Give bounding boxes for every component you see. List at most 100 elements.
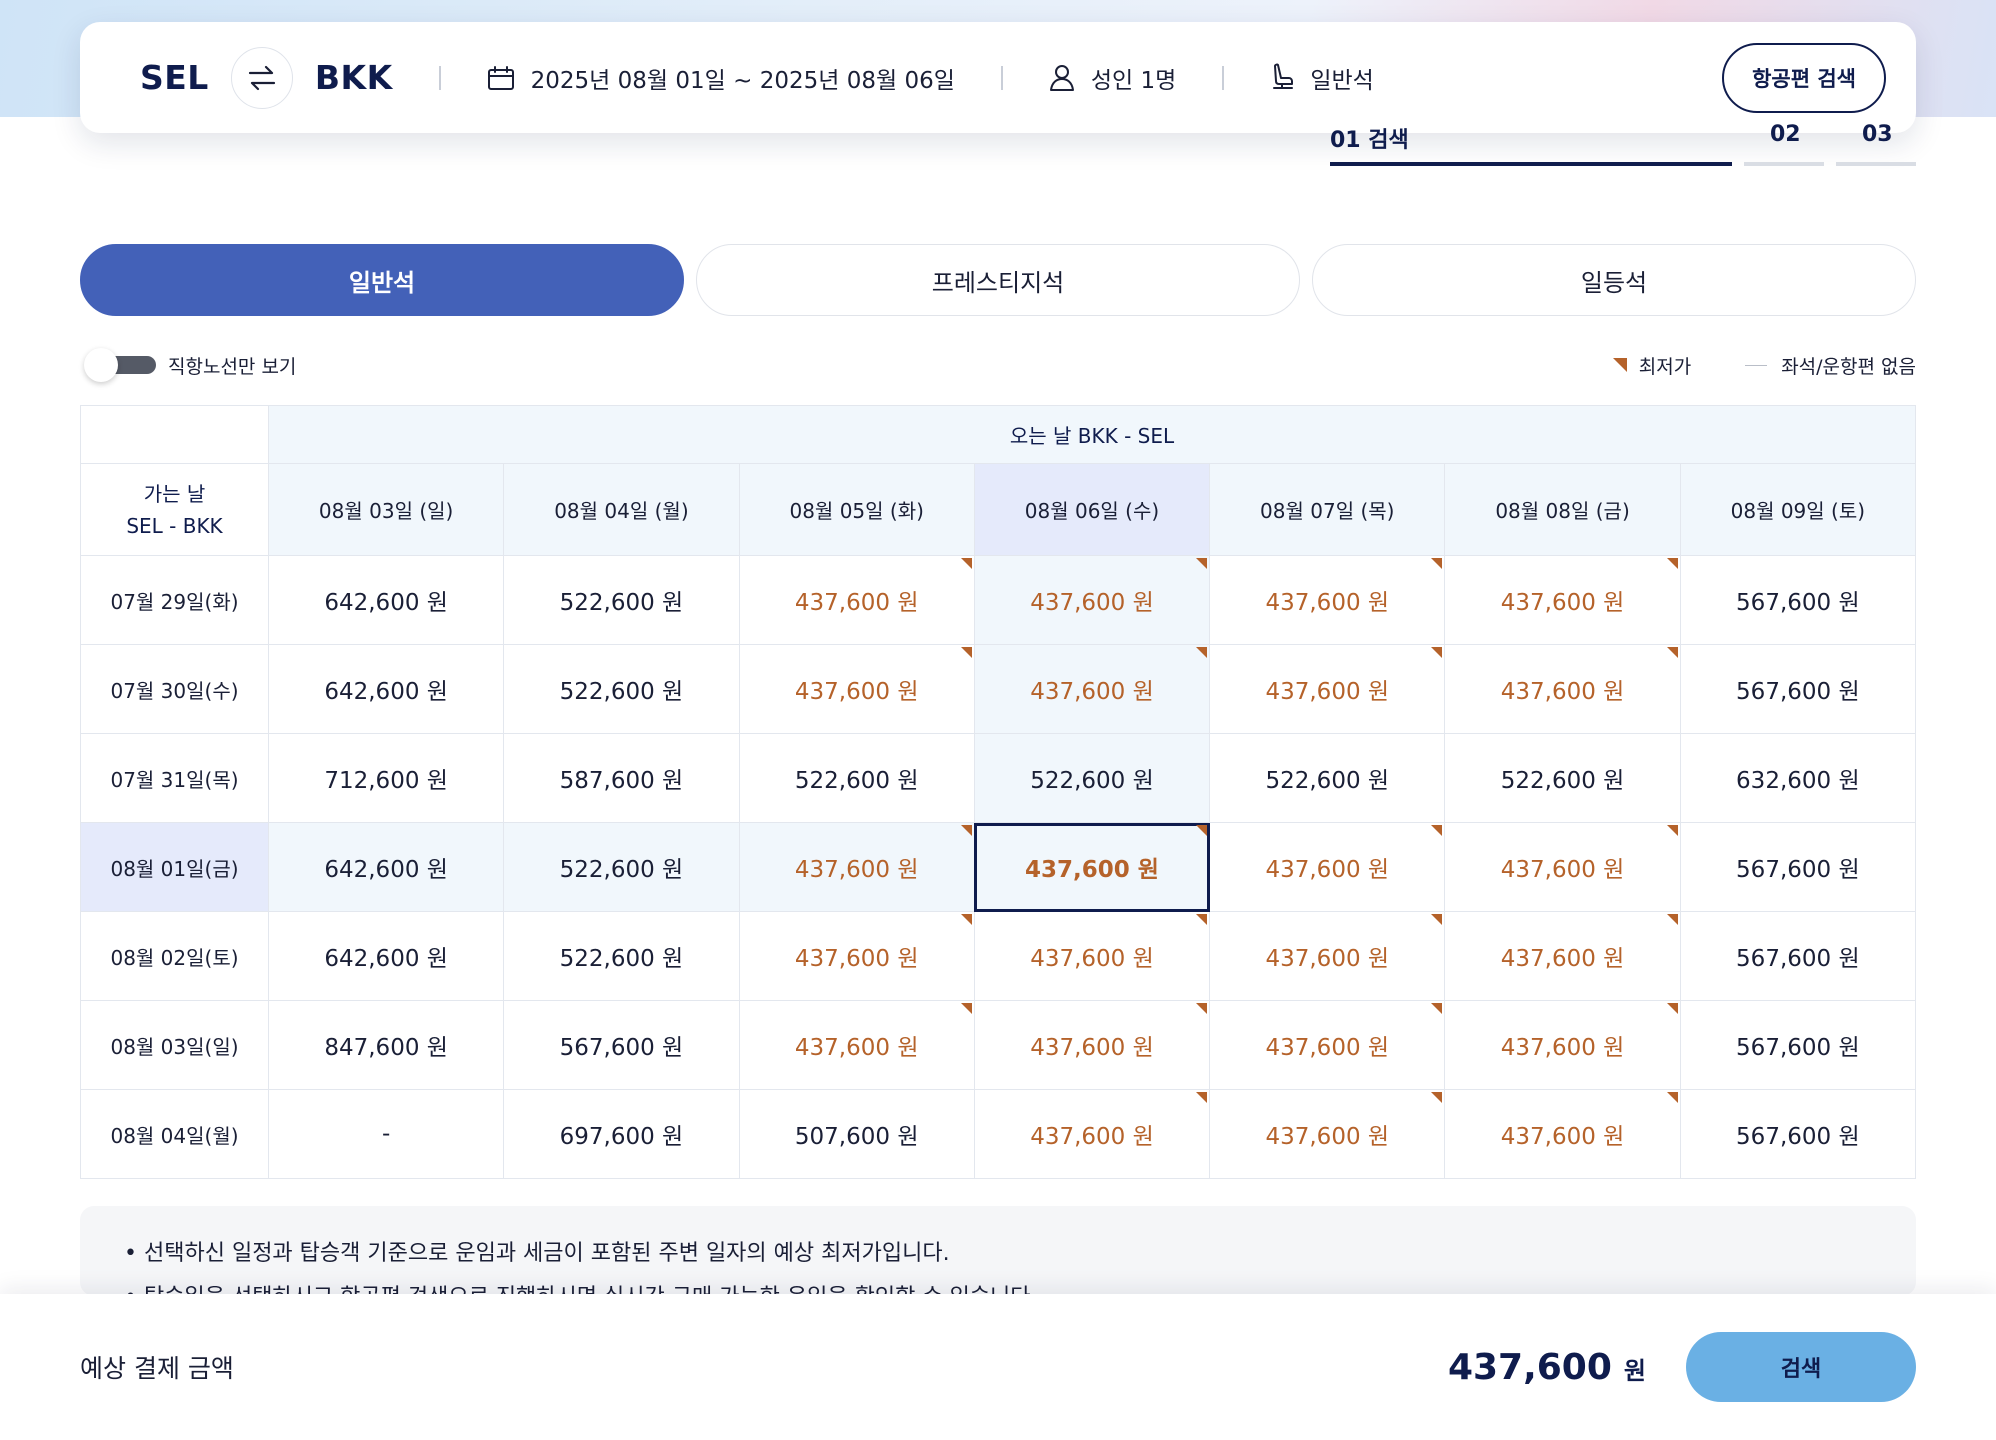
tab-first[interactable]: 일등석: [1312, 244, 1916, 316]
direct-only-toggle[interactable]: [80, 348, 156, 382]
fare-price: 697,600 원: [559, 1124, 684, 1150]
fare-cell[interactable]: 437,600 원: [1444, 822, 1681, 912]
fare-cell[interactable]: 712,600 원: [267, 733, 505, 823]
tab-prestige[interactable]: 프레스티지석: [696, 244, 1300, 316]
table-row: 07월 31일(목) 712,600 원 587,600 원 522,600 원 522…: [80, 733, 1917, 823]
destination-airport[interactable]: BKK: [315, 58, 393, 97]
fare-cell[interactable]: 437,600 원: [973, 822, 1211, 912]
fare-cell[interactable]: 522,600 원: [973, 733, 1211, 823]
swap-icon: [248, 65, 275, 90]
fare-cell[interactable]: 437,600 원: [738, 644, 975, 734]
fare-price: 437,600 원: [1030, 946, 1154, 972]
fare-price: 437,600 원: [1500, 1124, 1625, 1150]
fare-cell[interactable]: 567,600 원: [503, 1000, 740, 1090]
fare-price: 522,600 원: [559, 679, 684, 705]
fare-cell[interactable]: 632,600 원: [1679, 733, 1917, 823]
depart-date: 07월 29일(화): [80, 555, 269, 645]
fare-cell[interactable]: 437,600 원: [973, 1000, 1211, 1090]
cabin-field[interactable]: 일반석: [1270, 61, 1374, 95]
fare-cell[interactable]: 437,600 원: [1209, 1000, 1446, 1090]
fare-price: 437,600 원: [1265, 857, 1390, 883]
fare-cell[interactable]: 437,600 원: [1209, 644, 1446, 734]
fare-cell[interactable]: 522,600 원: [1444, 733, 1681, 823]
lowest-price-marker-icon: [1196, 914, 1208, 925]
search-flights-button[interactable]: 항공편 검색: [1722, 42, 1886, 113]
travel-dates-field[interactable]: 2025년 08월 01일 ~ 2025년 08월 06일: [487, 61, 955, 95]
fare-price: 522,600 원: [559, 946, 684, 972]
fare-cell[interactable]: 642,600 원: [267, 555, 505, 645]
fare-cell[interactable]: 522,600 원: [503, 911, 740, 1001]
fare-price: 437,600 원: [1265, 946, 1390, 972]
fare-cell[interactable]: 437,600 원: [1209, 911, 1446, 1001]
fare-cell[interactable]: 437,600 원: [973, 911, 1211, 1001]
step-3-bar: [1836, 162, 1916, 166]
fare-cell[interactable]: 437,600 원: [1444, 911, 1681, 1001]
return-date-header: 08월 03일 (일): [267, 463, 505, 556]
swap-route-button[interactable]: [230, 46, 293, 109]
toggle-knob: [84, 348, 118, 382]
origin-airport[interactable]: SEL: [140, 58, 209, 97]
fare-cell[interactable]: 437,600 원: [738, 822, 975, 912]
fare-price: 437,600 원: [1025, 857, 1159, 883]
depart-date: 08월 01일(금): [80, 822, 269, 912]
total-amount: 437,600: [1447, 1346, 1612, 1388]
fare-cell[interactable]: 697,600 원: [503, 1089, 740, 1179]
search-button[interactable]: 검색: [1686, 1332, 1916, 1402]
fare-cell[interactable]: 437,600 원: [1444, 644, 1681, 734]
fare-cell[interactable]: 522,600 원: [503, 555, 740, 645]
fare-cell[interactable]: 567,600 원: [1679, 1089, 1917, 1179]
fare-price: 437,600 원: [794, 857, 919, 883]
fare-price: 567,600 원: [1736, 679, 1860, 705]
fare-price: 522,600 원: [559, 857, 684, 883]
fare-cell[interactable]: 437,600 원: [1209, 555, 1446, 645]
fare-cell[interactable]: 567,600 원: [1679, 1000, 1917, 1090]
fare-price: 437,600 원: [1265, 679, 1390, 705]
fare-cell[interactable]: 437,600 원: [973, 644, 1211, 734]
fare-price: 437,600 원: [1500, 946, 1625, 972]
fare-price: 642,600 원: [324, 857, 448, 883]
fare-cell[interactable]: 437,600 원: [738, 555, 975, 645]
fare-cell[interactable]: 437,600 원: [1444, 1000, 1681, 1090]
fare-cell[interactable]: 567,600 원: [1679, 644, 1917, 734]
passengers-field[interactable]: 성인 1명: [1049, 61, 1176, 95]
legend: 최저가 좌석/운항편 없음: [1612, 352, 1916, 379]
step-3: 03: [1862, 122, 1893, 147]
fare-price: 437,600 원: [794, 679, 919, 705]
fare-cell[interactable]: 567,600 원: [1679, 911, 1917, 1001]
fare-cell[interactable]: 437,600 원: [738, 1000, 975, 1090]
fare-cell[interactable]: 642,600 원: [267, 911, 505, 1001]
passengers: 성인 1명: [1090, 67, 1177, 94]
fare-cell[interactable]: 437,600 원: [973, 555, 1211, 645]
return-date-header: 08월 04일 (월): [503, 463, 740, 556]
fare-cell[interactable]: 437,600 원: [1209, 822, 1446, 912]
fare-cell[interactable]: 587,600 원: [503, 733, 740, 823]
fare-cell[interactable]: 437,600 원: [738, 911, 975, 1001]
fare-cell[interactable]: 437,600 원: [1444, 1089, 1681, 1179]
fare-cell[interactable]: 437,600 원: [1209, 1089, 1446, 1179]
fare-cell[interactable]: 507,600 원: [738, 1089, 975, 1179]
fare-cell[interactable]: 522,600 원: [503, 822, 740, 912]
fare-cell[interactable]: 567,600 원: [1679, 555, 1917, 645]
fare-price: 437,600 원: [1265, 590, 1390, 616]
fare-cell[interactable]: 642,600 원: [267, 644, 505, 734]
fare-cell[interactable]: 847,600 원: [267, 1000, 505, 1090]
fare-cell[interactable]: 437,600 원: [1444, 555, 1681, 645]
fare-cell[interactable]: 567,600 원: [1679, 822, 1917, 912]
fare-cell[interactable]: 642,600 원: [267, 822, 505, 912]
fare-cell[interactable]: 522,600 원: [1209, 733, 1446, 823]
lowest-price-marker-icon: [960, 825, 972, 836]
table-row: 08월 04일(월) - 697,600 원 507,600 원 437,600 원 43…: [80, 1089, 1917, 1179]
depart-header: 가는 날 SEL - BKK: [80, 463, 269, 556]
lowest-price-marker-icon: [1666, 1003, 1678, 1014]
estimated-total: 437,600 원: [1448, 1347, 1646, 1388]
depart-date: 08월 03일(일): [80, 1000, 269, 1090]
tab-economy[interactable]: 일반석: [80, 244, 684, 316]
fare-price: 847,600 원: [324, 1035, 448, 1061]
table-row: 07월 29일(화) 642,600 원 522,600 원 437,600 원 437…: [80, 555, 1917, 645]
lowest-price-marker-icon: [1612, 358, 1627, 372]
progress-steps: 01 검색 02 03: [1330, 122, 1916, 168]
fare-cell[interactable]: 437,600 원: [973, 1089, 1211, 1179]
fare-cell[interactable]: 522,600 원: [738, 733, 975, 823]
fare-cell[interactable]: 522,600 원: [503, 644, 740, 734]
no-seat-marker-icon: [1745, 364, 1768, 366]
